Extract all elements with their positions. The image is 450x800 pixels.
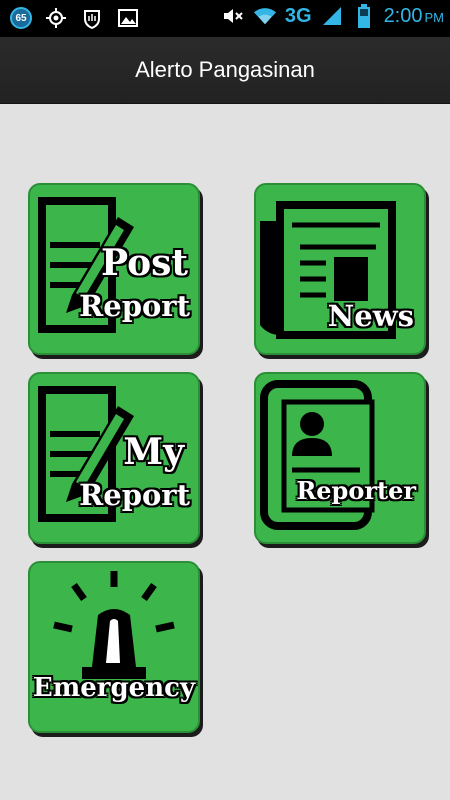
siren-icon (53, 571, 175, 679)
gps-icon (44, 6, 68, 30)
notification-count-badge: 65 (10, 7, 32, 29)
clock-time: 2:00 (383, 4, 423, 27)
emergency-label: Emergency (32, 673, 196, 703)
mute-icon (221, 4, 245, 28)
id-card-icon (260, 380, 375, 530)
battery-icon (352, 4, 376, 28)
hand-shield-icon (80, 6, 104, 30)
app-title: Alerto Pangasinan (135, 57, 315, 82)
post-report-button[interactable]: Post Report (28, 183, 200, 355)
reporter-button[interactable]: Reporter (254, 372, 426, 544)
network-type-label: 3G (284, 4, 312, 27)
image-icon (116, 6, 140, 30)
post-report-label-line2: Report (79, 289, 190, 323)
clock-ampm: PM (424, 9, 445, 25)
post-report-label-line1: Post (100, 242, 188, 284)
clock: 2:00 PM (384, 5, 444, 28)
reporter-label: Reporter (296, 476, 416, 505)
emergency-button[interactable]: Emergency (28, 561, 200, 733)
my-report-button[interactable]: My Report (28, 372, 200, 544)
news-label: News (327, 299, 414, 333)
my-report-label-line1: My (123, 431, 184, 473)
status-bar: 65 3G 2:00 PM (0, 0, 450, 37)
action-bar: Alerto Pangasinan (0, 37, 450, 104)
wifi-icon (253, 4, 277, 28)
my-report-label-line2: Report (79, 478, 190, 512)
news-button[interactable]: News (254, 183, 426, 355)
signal-icon (320, 4, 344, 28)
